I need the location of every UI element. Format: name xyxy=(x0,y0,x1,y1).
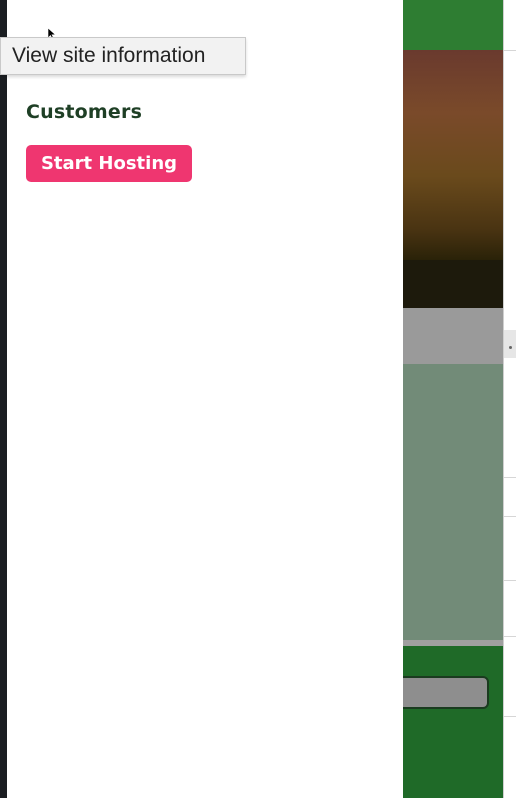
devtools-divider xyxy=(504,636,516,637)
start-hosting-button[interactable]: Start Hosting xyxy=(26,145,192,182)
background-page xyxy=(403,0,503,798)
background-footer xyxy=(403,646,503,798)
devtools-divider xyxy=(504,580,516,581)
background-header xyxy=(403,0,503,50)
background-button xyxy=(403,676,489,709)
devtools-selected-row xyxy=(504,330,516,358)
site-info-tooltip: View site information xyxy=(0,37,246,75)
background-hero-bottom xyxy=(403,260,503,308)
background-grey-band xyxy=(403,308,503,364)
devtools-divider xyxy=(504,50,516,51)
devtools-divider xyxy=(504,516,516,517)
devtools-divider xyxy=(504,477,516,478)
background-hero-image xyxy=(403,50,503,260)
devtools-divider xyxy=(504,716,516,717)
devtools-edge xyxy=(503,0,516,798)
left-edge-strip xyxy=(0,0,7,798)
devtools-dot xyxy=(509,346,512,349)
background-content-panel xyxy=(403,364,503,640)
nav-link-customers[interactable]: Customers xyxy=(26,101,142,123)
navigation-drawer: Customers Start Hosting xyxy=(7,0,403,798)
